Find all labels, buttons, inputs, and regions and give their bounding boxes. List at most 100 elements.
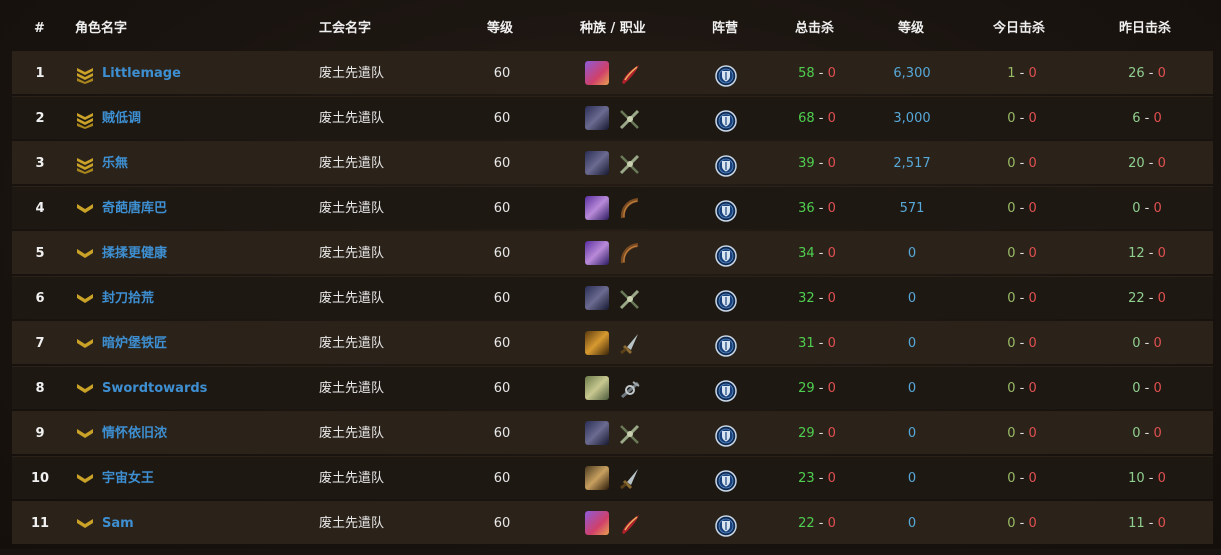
header-honor-level[interactable]: 等级: [898, 0, 924, 52]
honor-score: 0: [907, 381, 917, 396]
honor-score: 6,300: [893, 66, 931, 81]
today-separator: -: [1015, 381, 1029, 396]
table-row[interactable]: 5 揉揉更健康 废土先遣队 60 34 - 0 0 0 - 0 12 - 0: [12, 231, 1213, 274]
kills-value: 58: [798, 66, 815, 81]
character-level: 60: [493, 111, 511, 126]
gnome-female-icon: [585, 511, 609, 535]
character-name-link[interactable]: 暗炉堡铁匠: [102, 322, 167, 365]
total-kills: 32 - 0: [772, 277, 862, 320]
human-male-icon: [585, 421, 609, 445]
alliance-icon: [715, 287, 737, 312]
today-kills: 0 - 0: [982, 322, 1062, 365]
kills-separator: -: [814, 381, 828, 396]
yesterday-deaths-value: 0: [1153, 111, 1162, 126]
today-separator: -: [1015, 336, 1029, 351]
today-separator: -: [1015, 201, 1029, 216]
table-row[interactable]: 2 贼低调 废土先遣队 60 68 - 0 3,000 0 - 0 6 - 0: [12, 96, 1213, 139]
character-level: 60: [493, 156, 511, 171]
single-chevron-icon: [76, 516, 94, 532]
character-name-link[interactable]: 情怀依旧浓: [102, 412, 167, 455]
yesterday-kills-value: 20: [1128, 156, 1145, 171]
kills-value: 36: [798, 201, 815, 216]
today-deaths-value: 0: [1028, 291, 1037, 306]
gnome-female-icon: [585, 61, 609, 85]
table-body: 1 Littlemage 废土先遣队 60 58 - 0 6,300 1 - 0…: [12, 51, 1213, 546]
honor-score: 0: [907, 516, 917, 531]
yesterday-kills: 26 - 0: [1107, 52, 1187, 95]
alliance-icon: [715, 422, 737, 447]
mage-icon: [618, 61, 642, 85]
honor-score: 0: [907, 426, 917, 441]
table-row[interactable]: 10 宇宙女王 废土先遣队 60 23 - 0 0 0 - 0 10 - 0: [12, 456, 1213, 499]
table-row[interactable]: 7 暗炉堡铁匠 废土先遣队 60 31 - 0 0 0 - 0 0 - 0: [12, 321, 1213, 364]
table-row[interactable]: 8 Swordtowards 废土先遣队 60 29 - 0 0 0 - 0 0…: [12, 366, 1213, 409]
honor-score: 571: [899, 201, 925, 216]
kills-value: 68: [798, 111, 815, 126]
guild-name: 废土先遣队: [319, 381, 385, 396]
total-kills: 29 - 0: [772, 412, 862, 455]
header-faction[interactable]: 阵营: [712, 0, 738, 52]
triple-chevron-icon: [76, 156, 94, 174]
table-row[interactable]: 4 奇葩唐库巴 废土先遣队 60 36 - 0 571 0 - 0 0 - 0: [12, 186, 1213, 229]
header-yesterday-kills[interactable]: 昨日击杀: [1119, 0, 1171, 52]
yesterday-kills: 6 - 0: [1107, 97, 1187, 140]
total-kills: 58 - 0: [772, 52, 862, 95]
today-kills-value: 1: [1007, 66, 1016, 81]
table-row[interactable]: 3 乐無 废土先遣队 60 39 - 0 2,517 0 - 0 20 - 0: [12, 141, 1213, 184]
today-kills: 0 - 0: [982, 232, 1062, 275]
total-kills: 68 - 0: [772, 97, 862, 140]
guild-name: 废土先遣队: [319, 156, 385, 171]
character-name-link[interactable]: 奇葩唐库巴: [102, 187, 167, 230]
character-name-link[interactable]: 揉揉更健康: [102, 232, 167, 275]
today-separator: -: [1015, 156, 1029, 171]
yesterday-kills: 0 - 0: [1107, 322, 1187, 365]
yesterday-kills-value: 0: [1132, 381, 1141, 396]
today-separator: -: [1015, 426, 1029, 441]
yesterday-separator: -: [1140, 111, 1154, 126]
table-row[interactable]: 11 Sam 废土先遣队 60 22 - 0 0 0 - 0 11 - 0: [12, 501, 1213, 544]
rank-number: 8: [35, 381, 45, 396]
kills-separator: -: [814, 201, 828, 216]
header-race-class[interactable]: 种族 / 职业: [580, 0, 646, 52]
guild-name: 废土先遣队: [319, 291, 385, 306]
character-name-link[interactable]: Littlemage: [102, 52, 181, 95]
table-row[interactable]: 9 情怀依旧浓 废土先遣队 60 29 - 0 0 0 - 0 0 - 0: [12, 411, 1213, 454]
table-row[interactable]: 6 封刀拾荒 废土先遣队 60 32 - 0 0 0 - 0 22 - 0: [12, 276, 1213, 319]
header-guild[interactable]: 工会名字: [319, 0, 371, 52]
honor-score: 2,517: [893, 156, 931, 171]
today-kills: 0 - 0: [982, 277, 1062, 320]
honor-score: 0: [907, 471, 917, 486]
header-today-kills[interactable]: 今日击杀: [993, 0, 1045, 52]
character-name-link[interactable]: 贼低调: [102, 97, 141, 140]
rank-number: 9: [35, 426, 45, 441]
single-chevron-icon: [76, 201, 94, 217]
character-name-link[interactable]: 宇宙女王: [102, 457, 154, 500]
total-kills: 23 - 0: [772, 457, 862, 500]
guild-name: 废土先遣队: [319, 201, 385, 216]
alliance-icon: [715, 512, 737, 537]
header-name[interactable]: 角色名字: [75, 0, 127, 52]
honor-score: 0: [907, 246, 917, 261]
honor-score: 3,000: [893, 111, 931, 126]
character-name-link[interactable]: Swordtowards: [102, 367, 207, 410]
header-level[interactable]: 等级: [487, 0, 513, 52]
today-kills-value: 0: [1007, 516, 1016, 531]
rank-number: 1: [35, 66, 45, 81]
character-name-link[interactable]: 乐無: [102, 142, 128, 185]
character-name-link[interactable]: 封刀拾荒: [102, 277, 154, 320]
honor-score: 0: [907, 336, 917, 351]
alliance-icon: [715, 242, 737, 267]
character-name-link[interactable]: Sam: [102, 502, 134, 545]
single-chevron-icon: [76, 426, 94, 442]
today-kills: 1 - 0: [982, 52, 1062, 95]
today-kills: 0 - 0: [982, 502, 1062, 545]
kills-value: 39: [798, 156, 815, 171]
yesterday-kills-value: 10: [1128, 471, 1145, 486]
table-row[interactable]: 1 Littlemage 废土先遣队 60 58 - 0 6,300 1 - 0…: [12, 51, 1213, 94]
rank-number: 10: [30, 471, 50, 486]
guild-name: 废土先遣队: [319, 111, 385, 126]
kills-separator: -: [814, 471, 828, 486]
today-kills-value: 0: [1007, 201, 1016, 216]
header-total-kills[interactable]: 总击杀: [795, 0, 834, 52]
hunter-icon: [618, 241, 642, 265]
